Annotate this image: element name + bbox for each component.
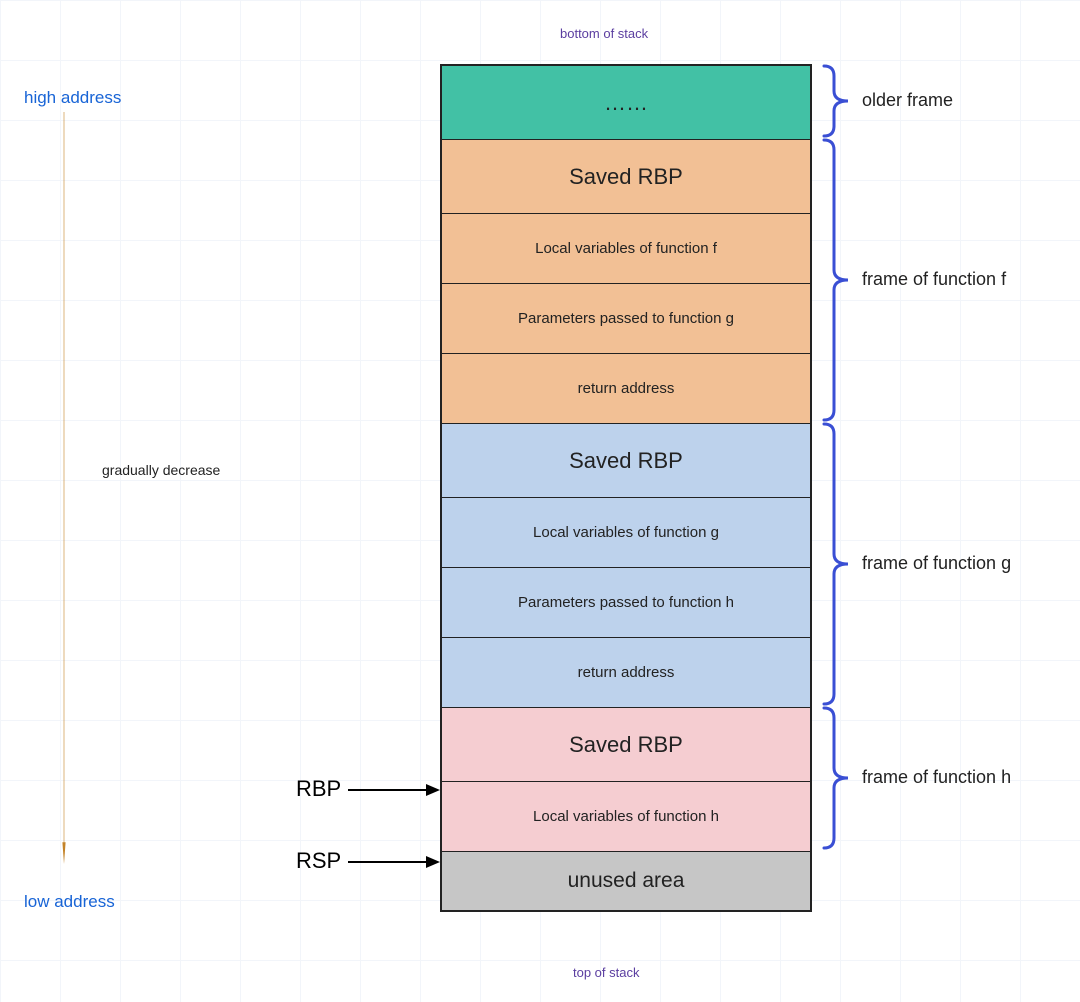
top-of-stack-label: top of stack: [573, 965, 639, 980]
stack-cell: Local variables of function g: [442, 498, 810, 568]
brace-g-icon: [820, 422, 850, 706]
stack-cell: return address: [442, 354, 810, 424]
stack-cell: Local variables of function h: [442, 782, 810, 852]
rsp-label: RSP: [296, 848, 341, 874]
stack-column: ……Saved RBPLocal variables of function f…: [440, 64, 812, 912]
stack-cell: Saved RBP: [442, 708, 810, 782]
bottom-of-stack-label: bottom of stack: [560, 26, 648, 41]
rbp-label: RBP: [296, 776, 341, 802]
gradually-decrease-label: gradually decrease: [102, 462, 220, 478]
brace-h-icon: [820, 706, 850, 850]
rbp-arrow-icon: [348, 780, 440, 800]
stack-cell: Parameters passed to function h: [442, 568, 810, 638]
rsp-arrow-icon: [348, 852, 440, 872]
older-frame-label: older frame: [862, 90, 953, 111]
low-address-label: low address: [24, 892, 115, 912]
brace-f-icon: [820, 138, 850, 422]
stack-cell: unused area: [442, 852, 810, 910]
stack-cell: return address: [442, 638, 810, 708]
frame-h-label: frame of function h: [862, 767, 1011, 788]
address-arrow-icon: [62, 112, 66, 864]
stack-cell: ……: [442, 66, 810, 140]
diagram-canvas: bottom of stack top of stack high addres…: [0, 0, 1080, 1002]
frame-g-label: frame of function g: [862, 553, 1011, 574]
stack-cell: Local variables of function f: [442, 214, 810, 284]
stack-cell: Saved RBP: [442, 424, 810, 498]
brace-older-icon: [820, 64, 850, 138]
stack-cell: Parameters passed to function g: [442, 284, 810, 354]
stack-cell: Saved RBP: [442, 140, 810, 214]
high-address-label: high address: [24, 88, 121, 108]
frame-f-label: frame of function f: [862, 269, 1006, 290]
